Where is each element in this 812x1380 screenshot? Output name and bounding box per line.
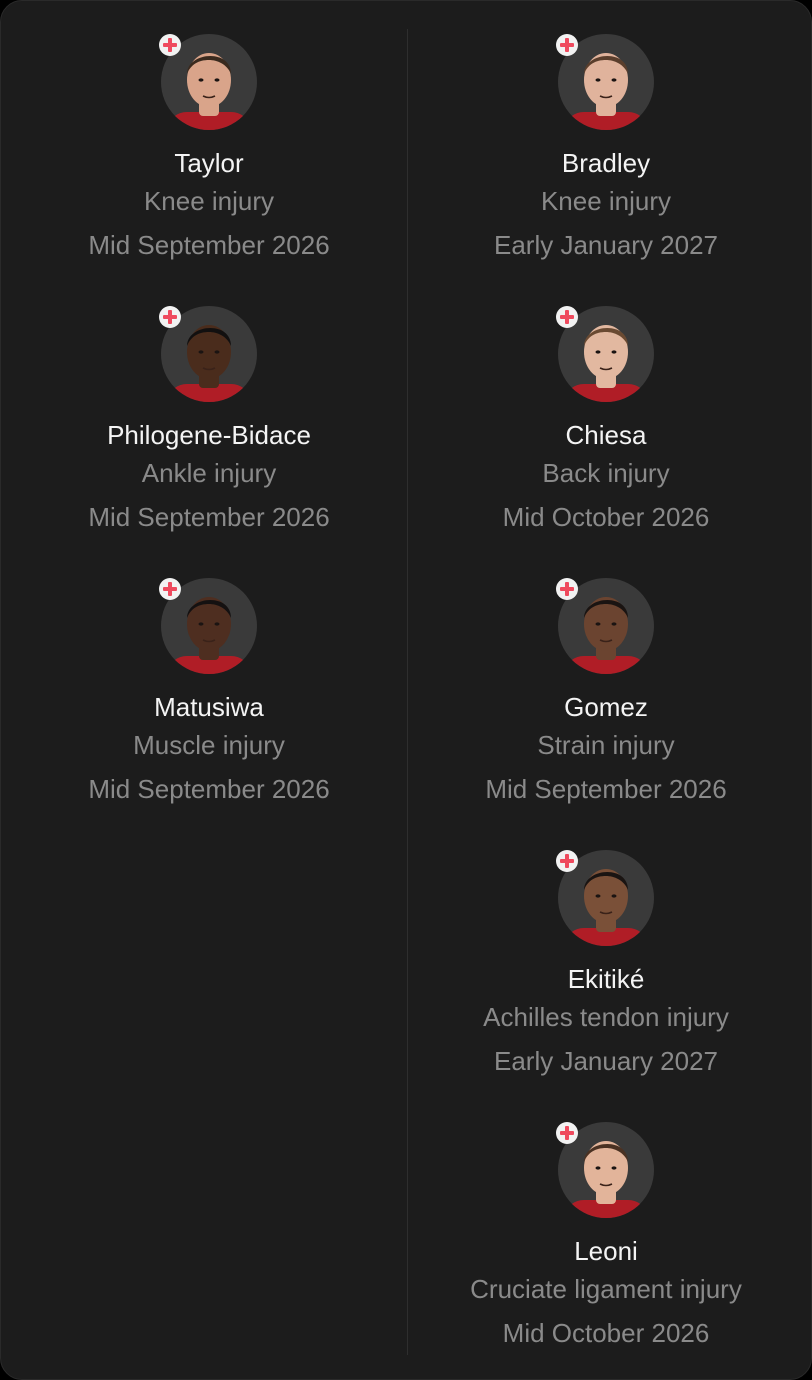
player-name: Matusiwa [154,692,264,722]
player-name: Philogene-Bidace [107,420,311,450]
player-avatar-wrap [556,850,654,946]
injury-cross-icon [556,578,578,600]
injury-cross-icon [159,306,181,328]
player-card-gomez[interactable]: Gomez Strain injury Mid September 2026 [408,545,804,817]
expected-return: Mid October 2026 [502,1318,710,1348]
player-avatar-wrap [159,306,257,402]
player-card-chiesa[interactable]: Chiesa Back injury Mid October 2026 [408,273,804,545]
player-name: Gomez [564,692,648,722]
player-name: Leoni [574,1236,638,1266]
injury-type: Back injury [542,458,670,488]
player-avatar-wrap [556,578,654,674]
player-card-philogene-bidace[interactable]: Philogene-Bidace Ankle injury Mid Septem… [11,273,407,545]
injury-type: Strain injury [537,730,675,760]
player-avatar-wrap [556,306,654,402]
expected-return: Early January 2027 [493,230,719,260]
injury-cross-icon [159,34,181,56]
injury-type: Ankle injury [141,458,277,488]
injury-cross-icon [556,34,578,56]
injury-type: Muscle injury [133,730,285,760]
player-name: Chiesa [565,420,647,450]
player-card-leoni[interactable]: Leoni Cruciate ligament injury Mid Octob… [408,1089,804,1361]
expected-return: Mid September 2026 [88,502,330,532]
expected-return: Mid September 2026 [88,774,330,804]
player-name: Ekitiké [567,964,645,994]
injury-type: Achilles tendon injury [483,1002,729,1032]
injury-cross-icon [159,578,181,600]
player-name: Bradley [561,148,651,178]
expected-return: Mid September 2026 [88,230,330,260]
player-card-matusiwa[interactable]: Matusiwa Muscle injury Mid September 202… [11,545,407,817]
injury-cross-icon [556,850,578,872]
expected-return: Mid September 2026 [485,774,727,804]
expected-return: Mid October 2026 [502,502,710,532]
injury-cross-icon [556,1122,578,1144]
player-avatar-wrap [159,34,257,130]
player-avatar-wrap [556,1122,654,1218]
injuries-column-right: Bradley Knee injury Early January 2027 C… [408,1,804,1361]
injuries-column-left: Taylor Knee injury Mid September 2026 Ph… [11,1,407,817]
injury-type: Cruciate ligament injury [470,1274,742,1304]
player-card-taylor[interactable]: Taylor Knee injury Mid September 2026 [11,1,407,273]
injury-type: Knee injury [143,186,275,216]
player-avatar-wrap [159,578,257,674]
player-card-bradley[interactable]: Bradley Knee injury Early January 2027 [408,1,804,273]
injuries-panel: Taylor Knee injury Mid September 2026 Ph… [0,0,812,1380]
injury-cross-icon [556,306,578,328]
player-avatar-wrap [556,34,654,130]
player-card-ekitik-[interactable]: Ekitiké Achilles tendon injury Early Jan… [408,817,804,1089]
player-name: Taylor [174,148,244,178]
expected-return: Early January 2027 [493,1046,719,1076]
injury-type: Knee injury [540,186,672,216]
